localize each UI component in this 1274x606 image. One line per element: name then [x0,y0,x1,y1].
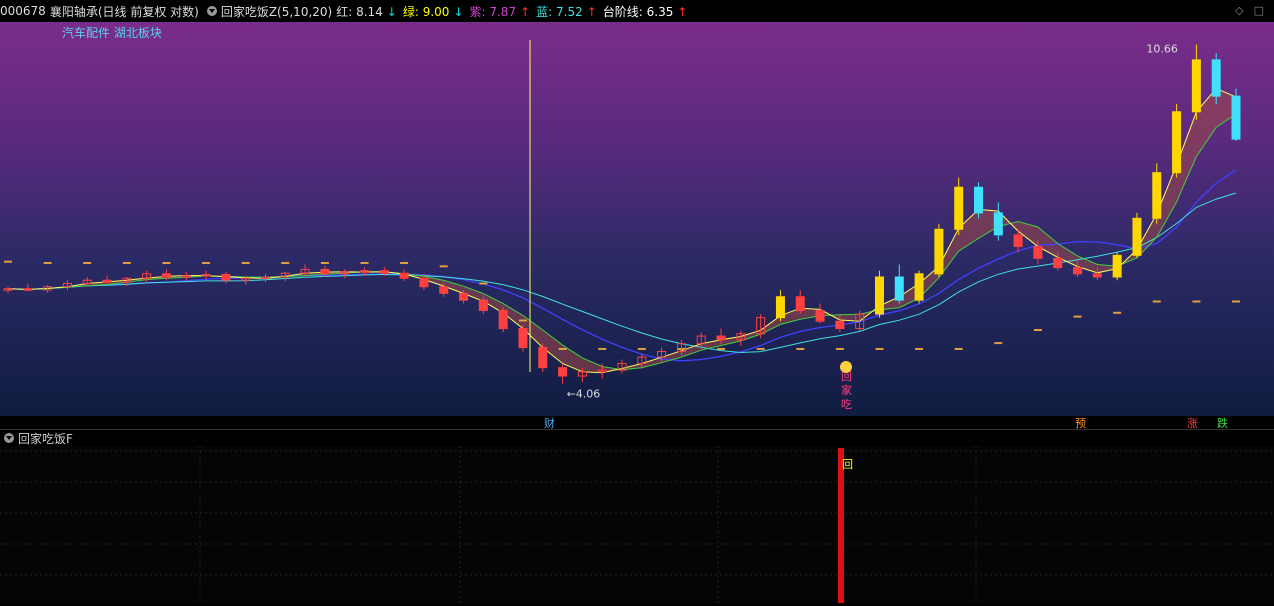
candle-body [379,270,389,274]
candle-body [914,273,924,301]
indicator-arrow-1: ↓ [453,4,464,19]
candle-body [1191,59,1201,113]
bottom-signal-mark: 跌 [1217,416,1228,429]
candle-body [716,335,726,341]
high-price-label: 10.66 [1146,42,1178,55]
candle-body [934,228,944,275]
candle-body [498,310,508,330]
candle-body [399,272,409,279]
indicator-arrow-4: ↑ [677,4,688,19]
candle-body [1132,217,1142,256]
sub-indicator-chart[interactable]: 回 [0,446,1274,603]
indicator-line-2: 紫: 7.87 [469,4,517,19]
stock-name: 襄阳轴承 [49,4,98,19]
bottom-signal-mark: 涨 [1187,417,1198,429]
top-bar: 000678 襄阳轴承 (日线 前复权 对数) 回家吃饭Z(5,10,20) 红… [0,0,1274,22]
candle-body [1092,273,1102,278]
money-bag-icon [840,361,852,373]
sub-chart-panel[interactable]: 回 [0,446,1274,603]
ma-line-blue [7,169,1237,362]
candle-body [1152,172,1162,219]
indicator-arrow-0: ↓ [386,4,397,19]
ma-line-yellow [7,87,1237,374]
chevron-down-icon[interactable] [206,6,217,16]
candle-body [775,296,785,319]
candle-body [1073,267,1083,275]
signal-strip-svg: 财预涨跌 [544,416,1228,430]
candle-body [795,296,805,312]
window-controls[interactable]: ◇ □ [1235,4,1268,17]
candle-body [439,286,449,294]
indicator-values: 红: 8.14 ↓ 绿: 9.00 ↓ 紫: 7.87 ↑ 蓝: 7.52 ↑ 台阶线: 6.3… [336,3,693,20]
candle-body [974,186,984,214]
ma-line-cyan [7,192,1237,354]
sector-label: 汽车配件 湖北板块 [62,26,162,40]
bottom-signal-mark: 预 [1075,417,1086,429]
indicator-line-0: 红: 8.14 [336,4,383,19]
candle-body [894,276,904,301]
candle-body [1211,59,1221,97]
candle-body [1112,254,1122,278]
signal-text: 吃 [841,398,852,411]
candle-body [954,186,964,230]
candle-body [874,276,884,315]
candle-body [558,367,568,377]
candle-body [1172,111,1182,174]
candle-body [1033,245,1043,259]
candle-body [23,288,33,291]
candle-body [102,279,112,283]
indicator-name: 回家吃饭Z(5,10,20) [220,4,333,19]
candle-body [221,273,231,281]
indicator-line-4: 台阶线: 6.35 [602,4,674,19]
sub-panel-header: 回家吃饭F [0,429,1274,446]
sub-signal-text: 回 [842,458,853,471]
candle-body [478,299,488,312]
signal-strip: 财预涨跌 [0,416,1274,430]
stock-code: 000678 [0,4,46,18]
chart-mode: (日线 前复权 对数) [97,4,199,19]
candle-body [419,277,429,288]
window-restore-icon[interactable]: ◇ [1235,4,1243,17]
candle-body [518,328,528,349]
main-chart-panel[interactable]: 汽车配件 湖北板块 10.66 ←4.06 回家吃 [0,22,1274,416]
candle-body [1013,234,1023,247]
candle-body [835,320,845,330]
candle-body [1053,257,1063,269]
price-chart[interactable]: 10.66←4.06回家吃 [0,22,1274,416]
candle-body [459,292,469,301]
indicator-arrow-2: ↑ [520,4,531,19]
candle-body [538,347,548,369]
bottom-signal-mark: 财 [544,416,555,429]
indicator-arrow-3: ↑ [586,4,597,19]
indicator-line-1: 绿: 9.00 [402,4,450,19]
chevron-down-icon[interactable] [4,433,14,443]
indicator-line-3: 蓝: 7.52 [536,4,583,19]
window-square-icon[interactable]: □ [1254,4,1264,17]
sub-signal-bar [838,448,844,603]
sub-indicator-title: 回家吃饭F [18,431,73,446]
candle-body [1231,95,1241,140]
ma-band [8,88,1236,373]
candle-body [815,310,825,322]
candle-body [161,273,171,278]
candle-body [993,212,1003,236]
low-price-label: ←4.06 [567,388,601,401]
candle-body [320,268,330,275]
signal-text: 家 [841,383,852,397]
